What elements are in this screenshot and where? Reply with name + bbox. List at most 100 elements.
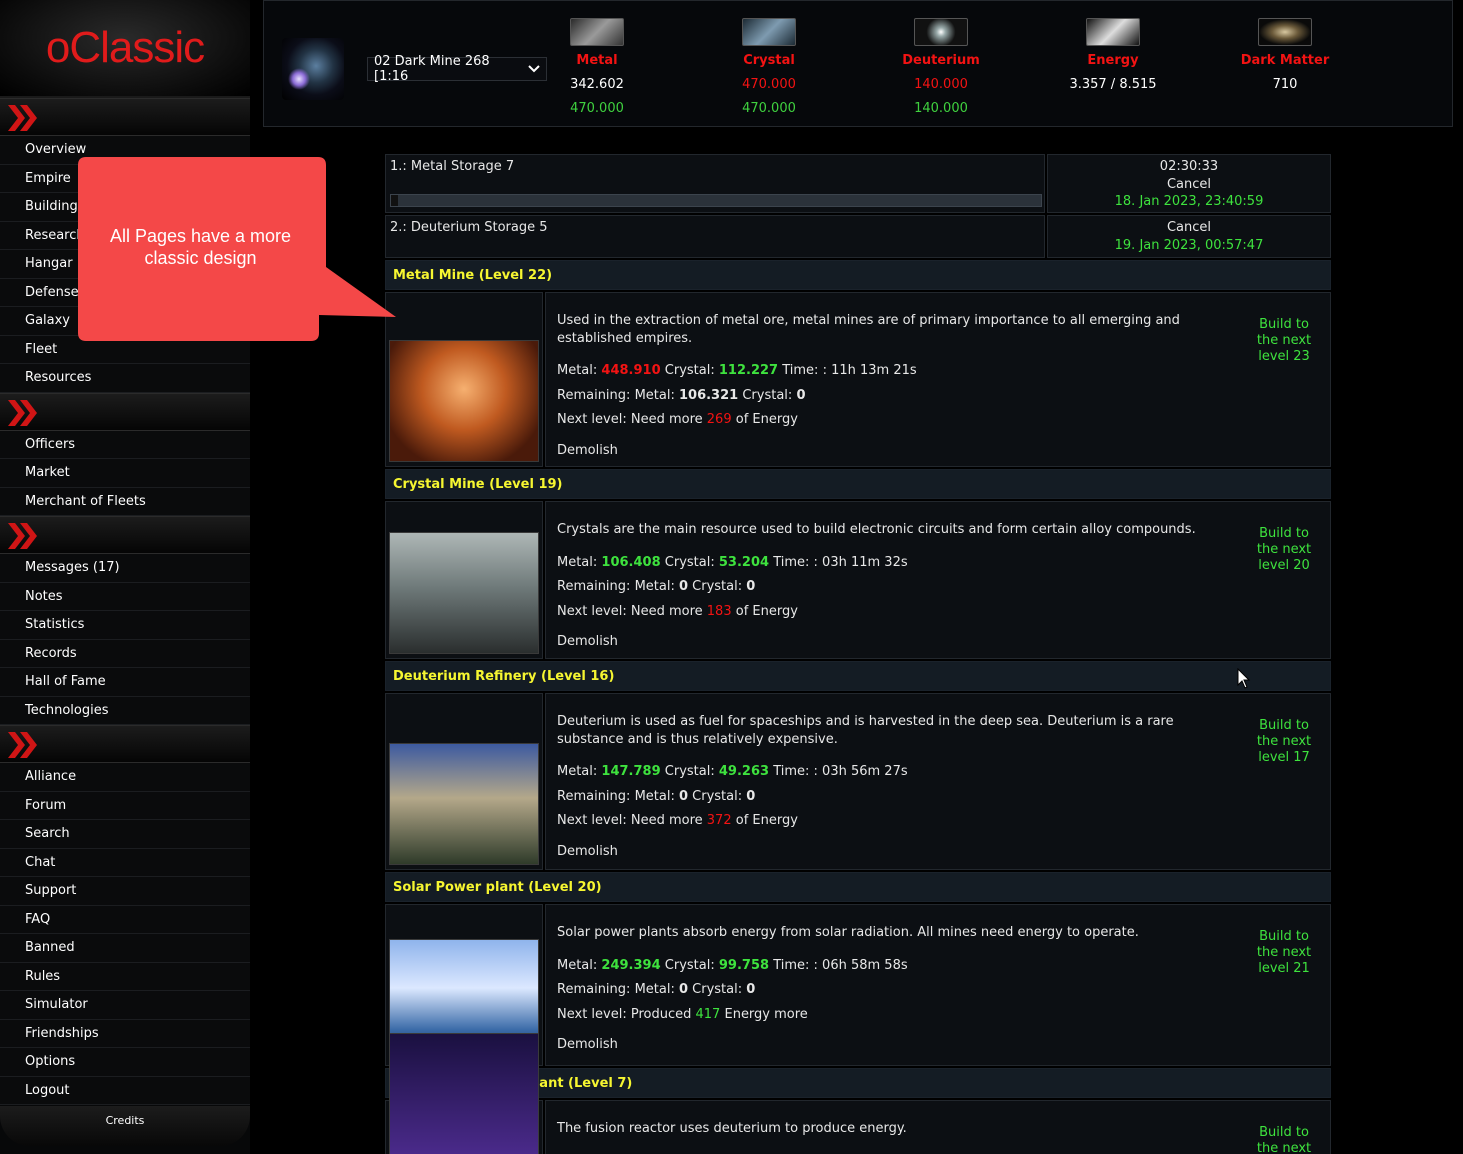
- queue-item-label: 2.: Deuterium Storage 5: [390, 220, 548, 235]
- crystal-icon: [742, 18, 796, 46]
- sidebar-item-forum[interactable]: Forum: [0, 791, 250, 820]
- building-cost: Metal: 249.394 Crystal: 99.758 Time: : 0…: [557, 954, 1230, 979]
- building-remaining: Remaining: Metal: 0 Crystal: 0: [557, 978, 1230, 1003]
- sidebar-item-merchant-of-fleets[interactable]: Merchant of Fleets: [0, 487, 250, 516]
- resource-dark-matter: Dark Matter 710: [1225, 18, 1345, 117]
- credits-link[interactable]: Credits: [0, 1106, 250, 1146]
- of-energy-label: of Energy: [735, 603, 798, 619]
- sidebar-item-support[interactable]: Support: [0, 877, 250, 906]
- remaining-label: Remaining:: [557, 788, 631, 804]
- remaining-metal-label: Metal:: [634, 387, 675, 403]
- cost-time-label: Time:: [773, 554, 810, 570]
- cost-metal-value: 448.910: [601, 363, 661, 378]
- build-next-level-button[interactable]: Build to the next level 21: [1254, 929, 1314, 977]
- sidebar-item-messages[interactable]: Messages (17): [0, 554, 250, 583]
- cost-crystal-label: Crystal:: [664, 554, 715, 570]
- resource-capacity: 140.000: [914, 101, 968, 116]
- remaining-crystal-value: 0: [796, 387, 806, 403]
- queue-item-status: 02:30:33 Cancel 18. Jan 2023, 23:40:59: [1047, 154, 1331, 213]
- building-card: Used in the extraction of metal ore, met…: [385, 292, 1331, 467]
- building-image[interactable]: [389, 1033, 539, 1154]
- sidebar-item-hall-of-fame[interactable]: Hall of Fame: [0, 668, 250, 697]
- queue-item-label: 1.: Metal Storage 7: [390, 159, 515, 174]
- sidebar-item-officers[interactable]: Officers: [0, 430, 250, 459]
- building-description: Used in the extraction of metal ore, met…: [557, 313, 1180, 346]
- cost-crystal-label: Crystal:: [664, 363, 715, 378]
- building-title[interactable]: Metal Mine (Level 22): [385, 260, 1331, 290]
- building-image-cell: [385, 292, 543, 467]
- demolish-button[interactable]: Demolish: [557, 443, 1230, 458]
- building-image[interactable]: [389, 340, 539, 462]
- cost-crystal-value: 53.204: [718, 554, 770, 570]
- need-more-label: Need more: [630, 813, 703, 828]
- remaining-crystal-label: Crystal:: [692, 579, 743, 594]
- resource-amount: 3.357 / 8.515: [1069, 77, 1157, 92]
- sidebar-item-friendships[interactable]: Friendships: [0, 1019, 250, 1048]
- sidebar-item-notes[interactable]: Notes: [0, 582, 250, 611]
- sidebar-item-banned[interactable]: Banned: [0, 934, 250, 963]
- cost-metal-label: Metal:: [557, 764, 598, 779]
- energy-needed-value: 372: [706, 813, 732, 828]
- sidebar-item-market[interactable]: Market: [0, 459, 250, 488]
- building-image-cell: [385, 693, 543, 870]
- building-image[interactable]: [389, 532, 539, 654]
- cost-time-value: : 03h 11m 32s: [813, 554, 908, 570]
- double-chevron-icon: [8, 105, 37, 131]
- metal-icon: [570, 18, 624, 46]
- cost-time-label: Time:: [773, 957, 810, 973]
- next-level-label: Next level:: [557, 1006, 627, 1022]
- building-image-cell: [385, 1033, 543, 1154]
- resource-bar: 02 Dark Mine 268 [1:16 Metal 342.602 470.0…: [263, 0, 1453, 127]
- resource-name: Crystal: [743, 53, 795, 68]
- building-title[interactable]: Solar Power plant (Level 20): [385, 872, 1331, 902]
- cost-time-value: : 06h 58m 58s: [813, 957, 908, 973]
- sidebar-item-chat[interactable]: Chat: [0, 848, 250, 877]
- sidebar-item-faq[interactable]: FAQ: [0, 905, 250, 934]
- sidebar-item-technologies[interactable]: Technologies: [0, 696, 250, 725]
- demolish-button[interactable]: Demolish: [557, 1037, 1230, 1052]
- sidebar-item-options[interactable]: Options: [0, 1048, 250, 1077]
- demolish-button[interactable]: Demolish: [557, 844, 1230, 859]
- logo[interactable]: oClassic: [0, 0, 250, 98]
- planet-select[interactable]: 02 Dark Mine 268 [1:16: [367, 54, 547, 84]
- sidebar-item-simulator[interactable]: Simulator: [0, 991, 250, 1020]
- build-queue: 1.: Metal Storage 7 02:30:33 Cancel 18. Jan…: [385, 154, 1331, 258]
- building-image[interactable]: [389, 743, 539, 865]
- of-energy-label: of Energy: [735, 813, 798, 828]
- build-next-level-button[interactable]: Build to the next level 8: [1254, 1125, 1314, 1154]
- sidebar-item-records[interactable]: Records: [0, 639, 250, 668]
- produced-label: Produced: [630, 1006, 692, 1022]
- remaining-metal-value: 0: [678, 579, 689, 594]
- sidebar-item-alliance[interactable]: Alliance: [0, 763, 250, 792]
- cost-metal-label: Metal:: [557, 363, 598, 378]
- remaining-metal-value: 0: [678, 788, 689, 804]
- resource-name: Deuterium: [902, 53, 980, 68]
- need-more-label: Need more: [630, 412, 703, 427]
- energy-needed-value: 269: [706, 412, 732, 427]
- building-info: Deuterium is used as fuel for spaceships…: [545, 693, 1331, 870]
- sidebar-item-statistics[interactable]: Statistics: [0, 611, 250, 640]
- menu-section-header: [0, 725, 250, 763]
- build-next-level-button[interactable]: Build to the next level 17: [1254, 718, 1314, 766]
- building-info: Used in the extraction of metal ore, met…: [545, 292, 1331, 467]
- menu-section-header: [0, 516, 250, 554]
- building-card: Crystals are the main resource used to b…: [385, 501, 1331, 659]
- build-next-level-button[interactable]: Build to the next level 23: [1254, 317, 1314, 365]
- remaining-label: Remaining:: [557, 387, 631, 403]
- sidebar-item-search[interactable]: Search: [0, 820, 250, 849]
- cost-metal-value: 147.789: [601, 764, 661, 779]
- build-next-level-button[interactable]: Build to the next level 20: [1254, 526, 1314, 574]
- sidebar-item-logout[interactable]: Logout: [0, 1076, 250, 1105]
- cancel-button[interactable]: Cancel: [1048, 219, 1330, 237]
- sidebar-item-resources[interactable]: Resources: [0, 364, 250, 393]
- demolish-button[interactable]: Demolish: [557, 634, 1230, 649]
- planet-image[interactable]: [282, 38, 344, 100]
- cancel-button[interactable]: Cancel: [1048, 176, 1330, 194]
- sidebar-item-rules[interactable]: Rules: [0, 962, 250, 991]
- building-card: Deuterium is used as fuel for spaceships…: [385, 693, 1331, 870]
- energy-needed-value: 183: [706, 603, 732, 619]
- cost-crystal-label: Crystal:: [664, 764, 715, 779]
- building-title[interactable]: Crystal Mine (Level 19): [385, 469, 1331, 499]
- queue-item: 2.: Deuterium Storage 5 Cancel 19. Jan 202…: [385, 215, 1331, 258]
- building-title[interactable]: Deuterium Refinery (Level 16): [385, 661, 1331, 691]
